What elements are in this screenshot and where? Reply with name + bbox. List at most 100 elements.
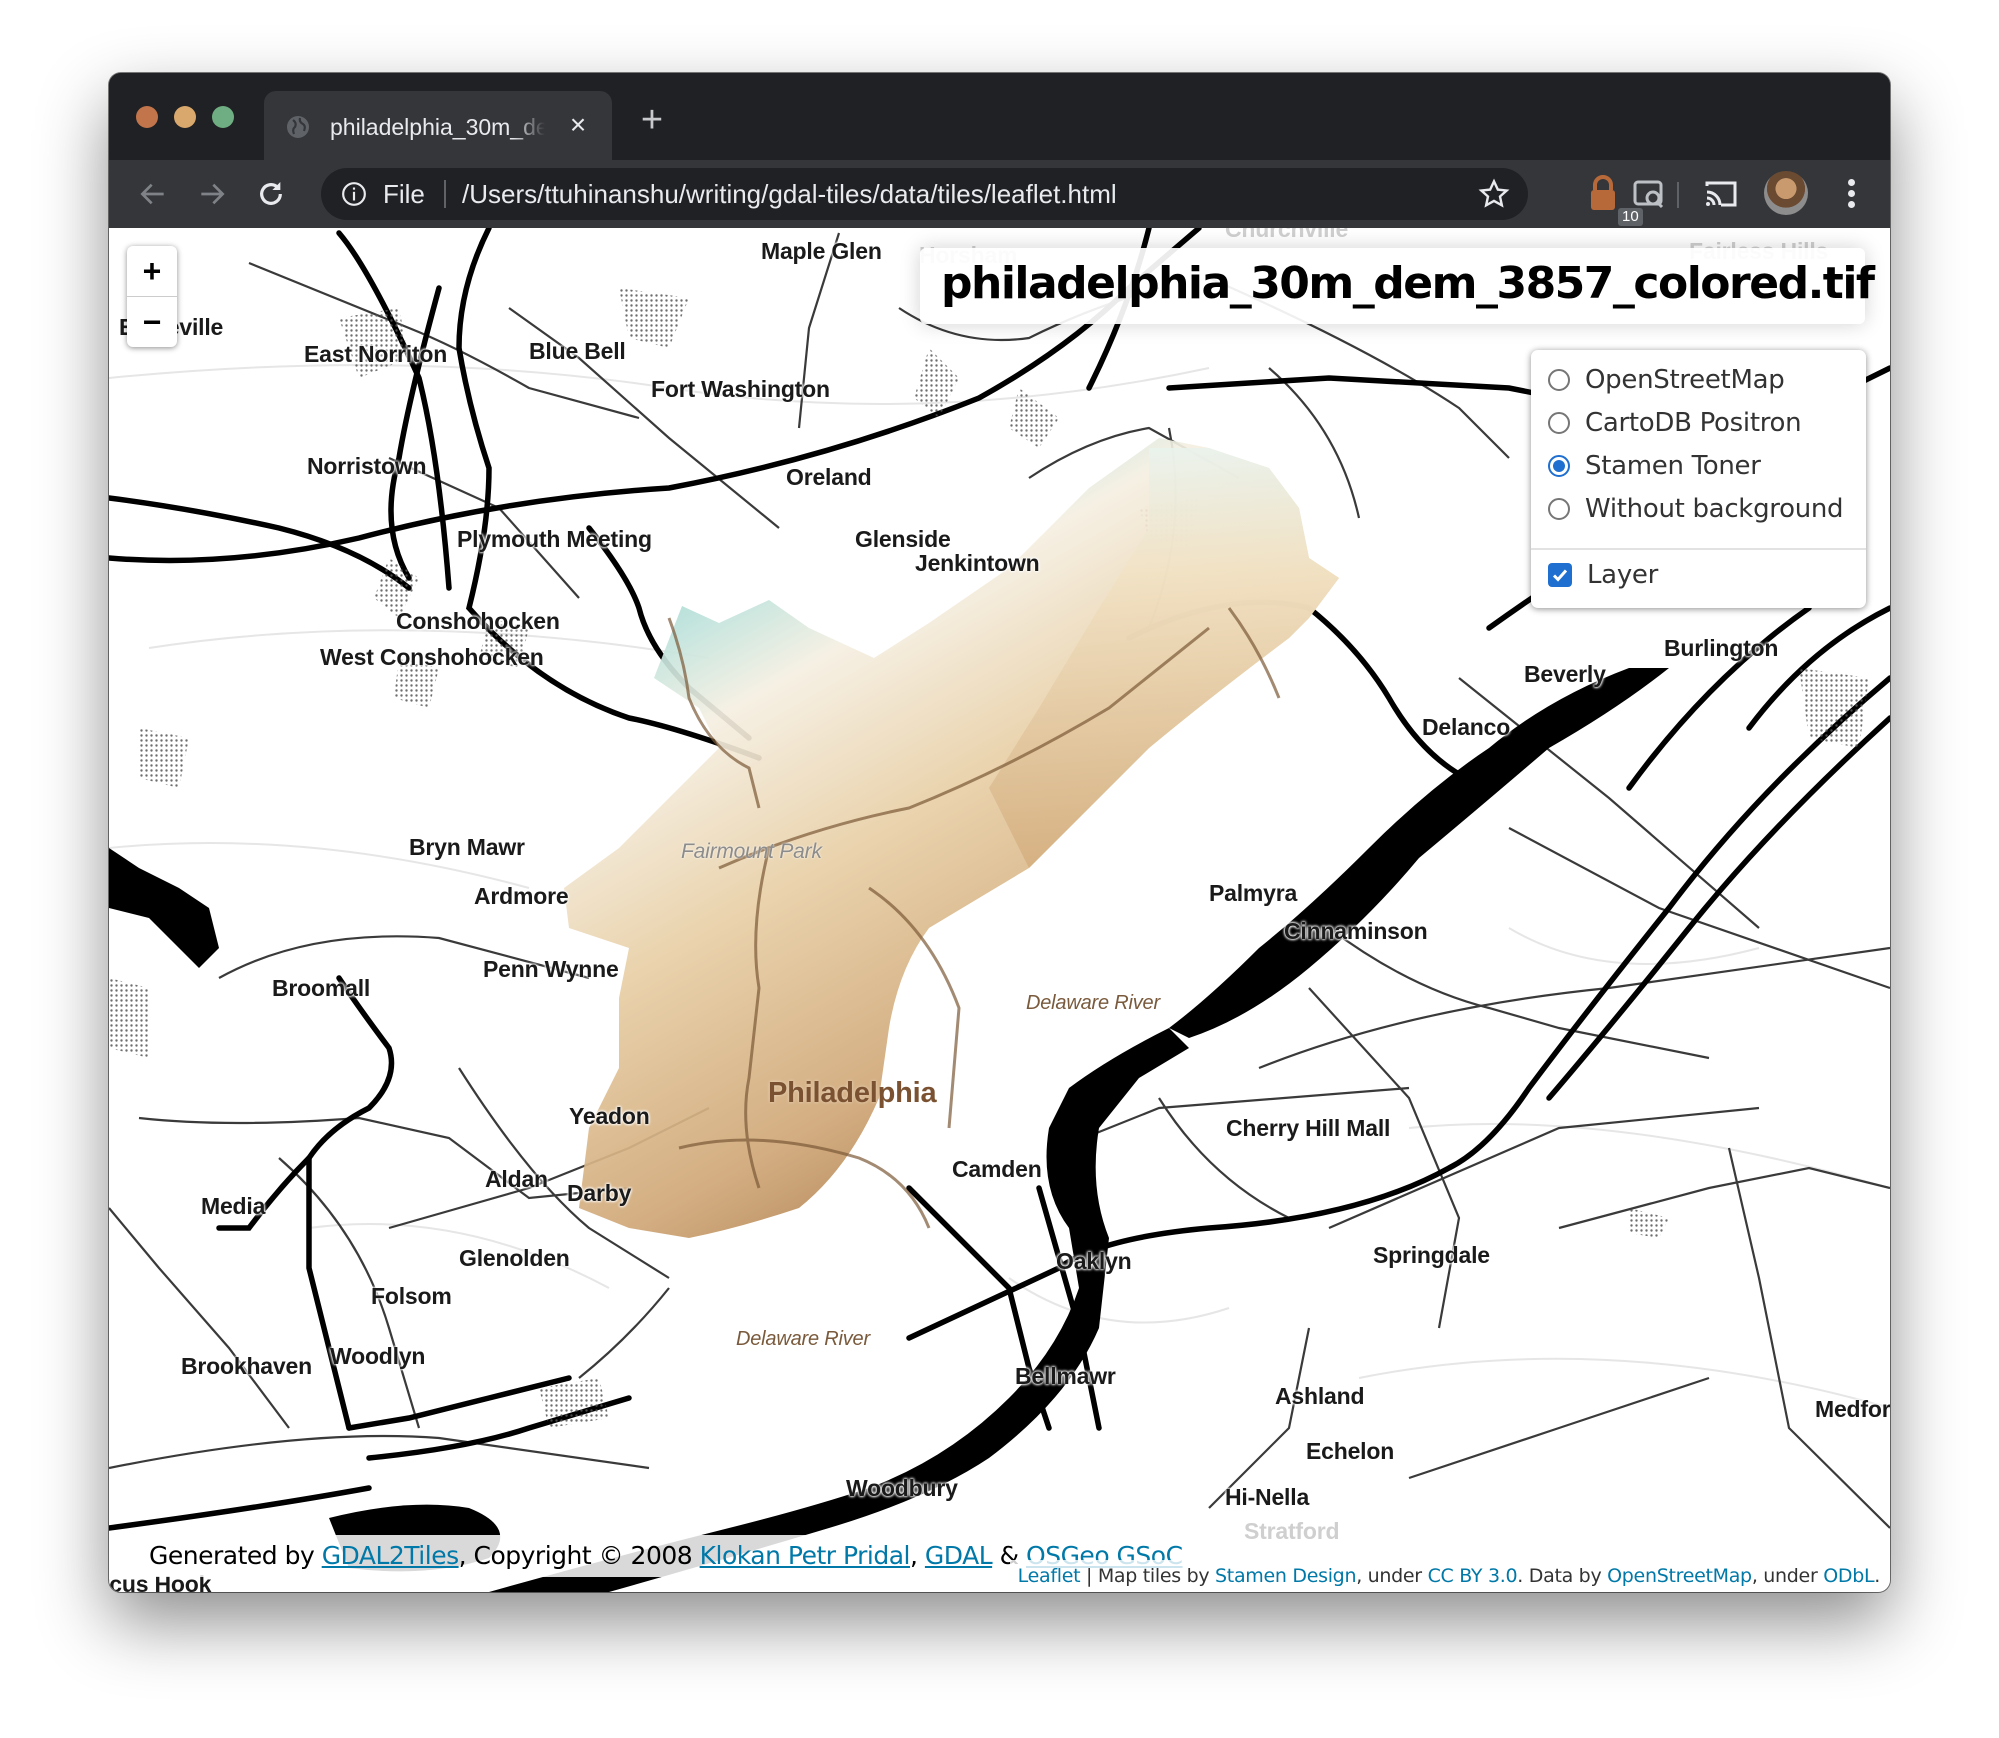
map-label: Hi-Nella [1225,1484,1310,1510]
tab-strip: philadelphia_30m_dem_3857_colored.tif × … [109,73,1890,160]
map-title: philadelphia_30m_dem_3857_colored.tif [941,258,1875,309]
tab-active[interactable]: philadelphia_30m_dem_3857_colored.tif × [264,91,612,160]
map-label: Penn Wynne [483,956,619,982]
map-label: Yeadon [569,1103,650,1129]
map-label: Bellmawr [1015,1363,1116,1389]
map-label: Medford [1815,1396,1890,1422]
radio-button[interactable] [1548,412,1570,434]
map-label: Woodbury [846,1475,958,1501]
gdal-link[interactable]: GDAL [925,1541,993,1570]
window-close-button[interactable] [136,106,158,128]
url-scheme-label: File [383,179,425,209]
base-layer-stamen-toner[interactable]: Stamen Toner [1548,448,1761,484]
leaflet-attribution: Leaflet | Map tiles by Stamen Design, un… [1009,1560,1890,1592]
tab-title: philadelphia_30m_dem_3857_colored.tif [330,114,545,140]
tab-close-button[interactable]: × [562,109,594,141]
map-label: Fort Washington [651,376,830,402]
odbl-link[interactable]: ODbL [1823,1565,1874,1587]
address-separator [444,180,446,208]
window-minimize-button[interactable] [174,106,196,128]
window-maximize-button[interactable] [212,106,234,128]
profile-avatar[interactable] [1764,171,1808,215]
browser-toolbar: File /Users/ttuhinanshu/writing/gdal-til… [109,160,1890,228]
globe-icon [287,116,309,138]
map-label: Maple Glen [761,238,882,264]
map-label: Delaware River [736,1328,870,1350]
arrow-left-icon [140,183,164,205]
map-label: Echelon [1306,1438,1395,1464]
map-label: Ashland [1275,1383,1365,1409]
layer-label: Stamen Toner [1585,451,1761,481]
new-tab-button[interactable]: + [634,101,670,139]
map-label: Palmyra [1209,880,1298,906]
overlay-layer[interactable]: Layer [1548,557,1658,593]
map-label: Burlington [1664,635,1779,661]
map-label: Glenside [855,526,951,552]
map-label: Norristown [307,453,427,479]
map-label: Oreland [786,464,872,490]
layer-control-divider [1531,548,1866,550]
back-button[interactable] [133,174,173,214]
map-label: Glenolden [459,1245,570,1271]
zoom-out-button[interactable]: − [127,297,177,347]
reload-icon [260,182,282,205]
leaflet-link[interactable]: Leaflet [1018,1565,1081,1587]
map-container[interactable]: Maple Glen Horsham Churchville Fairless … [109,228,1890,1592]
map-label: Aldan [485,1166,548,1192]
radio-button[interactable] [1548,369,1570,391]
attribution-text: . [1874,1565,1880,1587]
map-label: Delaware River [1026,992,1160,1014]
cc-by-link[interactable]: CC BY 3.0 [1428,1565,1518,1587]
radio-button[interactable] [1548,498,1570,520]
map-label: Stratford [1244,1518,1340,1544]
map-label: Oaklyn [1056,1248,1132,1274]
reload-button[interactable] [251,174,291,214]
map-label: Darby [567,1180,632,1206]
map-label: Conshohocken [396,608,560,634]
map-label: Camden [952,1156,1042,1182]
forward-button[interactable] [192,174,232,214]
map-label: West Conshohocken [320,644,544,670]
arrow-right-icon [201,183,225,205]
base-layer-openstreetmap[interactable]: OpenStreetMap [1548,362,1785,398]
klokan-link[interactable]: Klokan Petr Pridal [700,1541,911,1570]
more-menu-icon[interactable] [1844,176,1858,212]
map-label: Delanco [1422,714,1511,740]
url-text[interactable]: /Users/ttuhinanshu/writing/gdal-tiles/da… [462,176,1117,212]
layer-label: Without background [1585,494,1844,524]
map-label: East Norriton [304,341,448,367]
browser-window: philadelphia_30m_dem_3857_colored.tif × … [109,73,1890,1592]
map-label: Cinnaminson [1284,918,1428,944]
map-label: Media [201,1193,266,1219]
checkbox-checked[interactable] [1548,563,1572,587]
gdal2tiles-link[interactable]: GDAL2Tiles [322,1541,459,1570]
openstreetmap-link[interactable]: OpenStreetMap [1607,1565,1752,1587]
stamen-design-link[interactable]: Stamen Design [1215,1565,1356,1587]
attribution-text: , under [1356,1565,1428,1587]
layer-label: Layer [1587,560,1658,590]
base-layer-cartodb-positron[interactable]: CartoDB Positron [1548,405,1802,441]
map-label: Woodlyn [330,1343,426,1369]
checkmark-icon [1552,569,1568,582]
zoom-control: + − [127,246,177,347]
zoom-in-button[interactable]: + [127,246,177,297]
map-label: Jenkintown [915,550,1040,576]
info-icon[interactable] [341,181,367,207]
attribution-text: , under [1751,1565,1824,1587]
radio-button-selected[interactable] [1548,455,1570,477]
toolbar-separator [1677,182,1679,208]
map-label: Bryn Mawr [409,834,525,860]
map-label: Folsom [371,1283,452,1309]
map-label: Brookhaven [181,1353,312,1379]
base-layer-without-background[interactable]: Without background [1548,491,1844,527]
bookmark-star-icon[interactable] [1478,178,1510,210]
map-label: Beverly [1524,661,1606,687]
map-label: Plymouth Meeting [457,526,652,552]
attribution-text: | Map tiles by [1080,1565,1216,1587]
layer-label: CartoDB Positron [1585,408,1802,438]
attribution-text: , [910,1541,925,1570]
search-tab-icon[interactable] [1627,172,1671,216]
map-title-box: philadelphia_30m_dem_3857_colored.tif [920,248,1875,324]
cast-icon[interactable] [1699,172,1743,216]
address-bar[interactable]: File /Users/ttuhinanshu/writing/gdal-til… [321,168,1528,220]
